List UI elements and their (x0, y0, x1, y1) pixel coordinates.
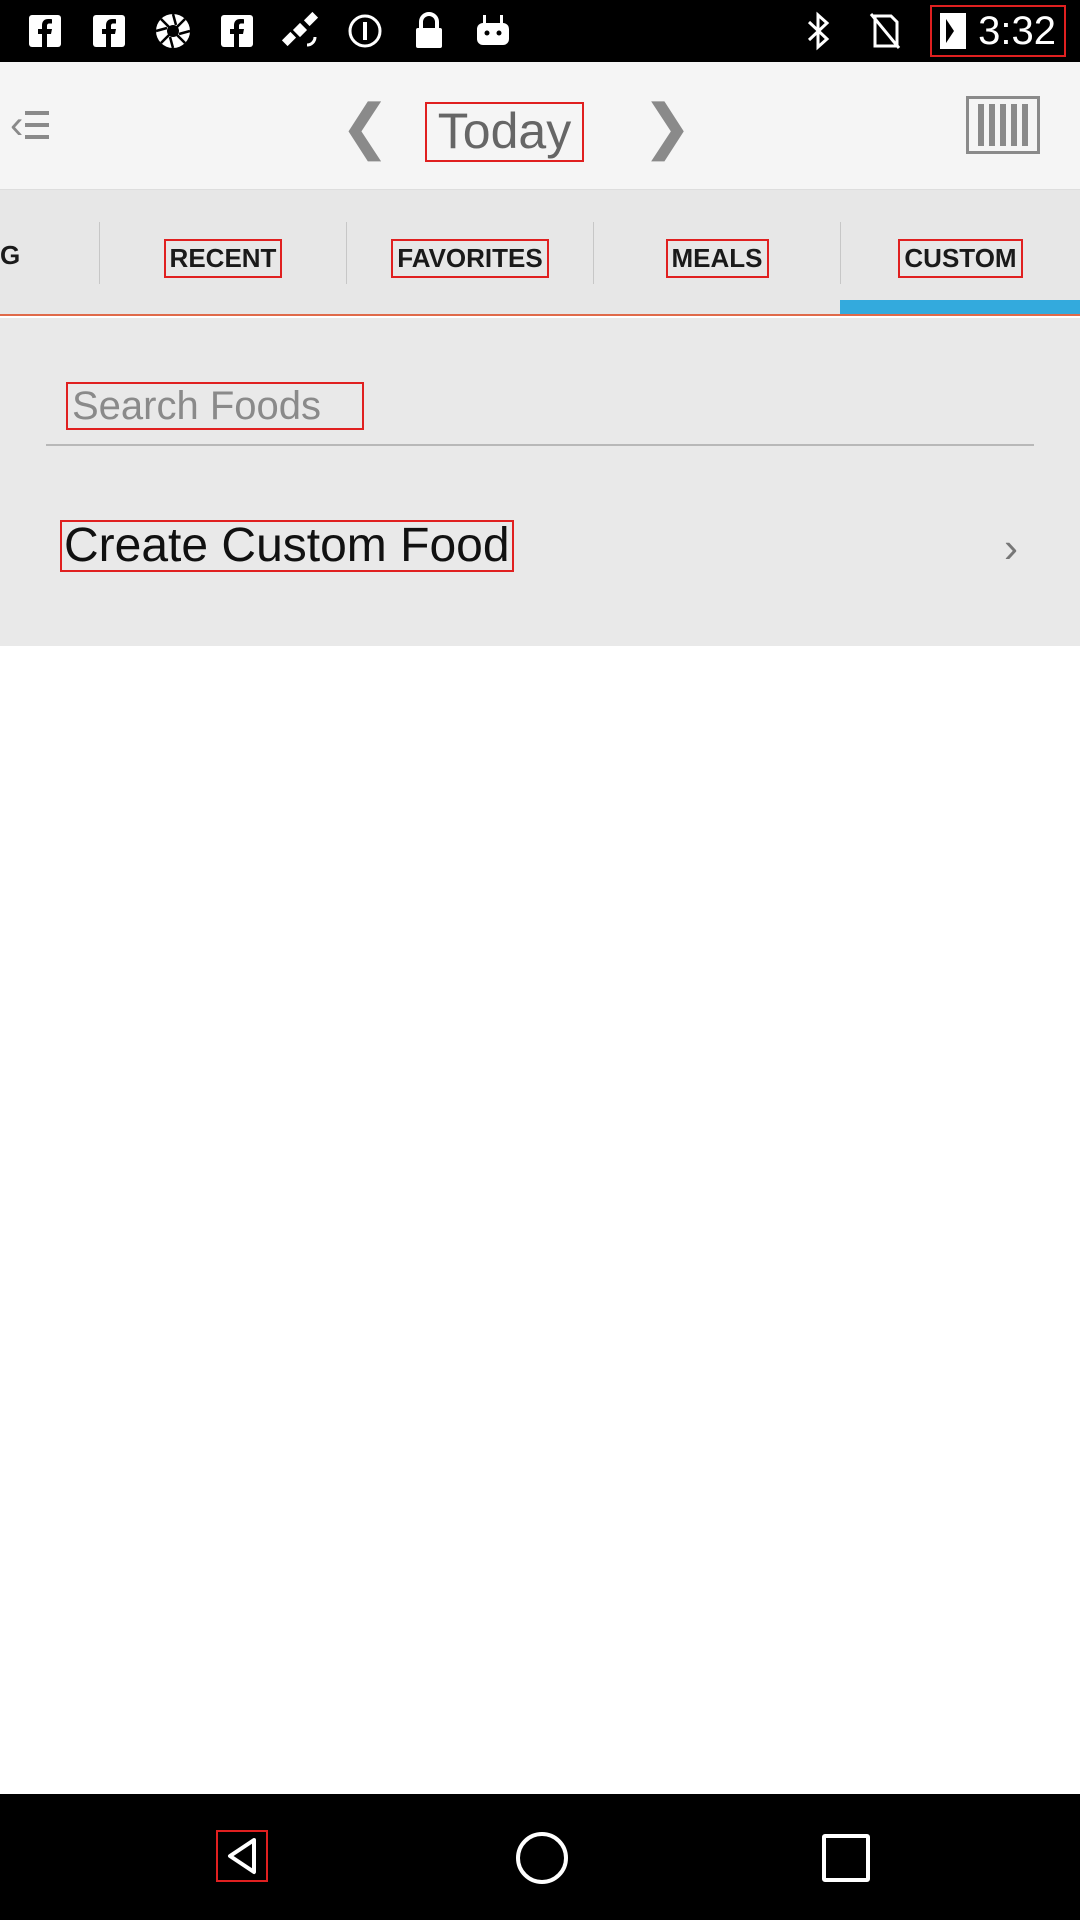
app-header: ‹ ❮ Today ❯ (0, 62, 1080, 190)
android-icon (472, 10, 514, 52)
barcode-bar (1011, 104, 1018, 146)
tab-custom-label: CUSTOM (898, 239, 1023, 278)
search-input[interactable] (66, 382, 364, 430)
facebook-icon (88, 10, 130, 52)
satellite-icon (280, 10, 322, 52)
recent-apps-button[interactable] (822, 1834, 870, 1882)
lock-icon (408, 10, 450, 52)
bluetooth-icon (798, 10, 840, 52)
battery-time-group: 3:32 (930, 5, 1066, 57)
search-field-container (46, 380, 1034, 446)
tab-custom[interactable]: CUSTOM (841, 190, 1080, 316)
create-custom-food-label: Create Custom Food (60, 520, 514, 572)
barcode-scan-button[interactable] (966, 96, 1040, 154)
menu-button[interactable]: ‹ (10, 100, 66, 150)
next-day-button[interactable]: ❯ (642, 92, 692, 162)
menu-icon (25, 111, 50, 139)
battery-charging-icon (940, 13, 967, 49)
tab-favorites-label: FAVORITES (391, 239, 549, 278)
chevron-left-icon: ❮ (340, 93, 391, 160)
active-tab-indicator (840, 300, 1080, 314)
food-tabs: G RECENT FAVORITES MEALS CUSTOM (0, 190, 1080, 316)
barcode-bar (999, 104, 1006, 146)
notification-icons (24, 10, 514, 52)
tab-meals-label: MEALS (665, 239, 769, 278)
tab-meals[interactable]: MEALS (594, 190, 840, 316)
barcode-icon (977, 104, 984, 146)
facebook-icon (24, 10, 66, 52)
tab-recent[interactable]: RECENT (100, 190, 346, 316)
previous-day-button[interactable]: ❮ (340, 92, 390, 162)
chevron-right-icon: ❯ (642, 93, 693, 160)
tab-favorites[interactable]: FAVORITES (347, 190, 593, 316)
system-nav-bar (0, 1794, 1080, 1920)
status-bar: 3:32 (0, 0, 1080, 62)
chevron-left-small-icon: ‹ (10, 102, 24, 147)
status-right: 3:32 (798, 5, 1066, 57)
back-icon (228, 1838, 256, 1874)
info-icon (344, 10, 386, 52)
tab-bottom-border (0, 314, 1080, 316)
facebook-icon (216, 10, 258, 52)
chevron-right-icon: › (1004, 524, 1018, 571)
back-button[interactable] (216, 1830, 268, 1882)
no-sim-icon (864, 10, 906, 52)
tab-recent-label: RECENT (163, 239, 283, 278)
tab-partial-left[interactable]: G (0, 240, 20, 271)
aperture-icon (152, 10, 194, 52)
home-button[interactable] (516, 1832, 568, 1884)
barcode-bar (1022, 104, 1029, 146)
date-title[interactable]: Today (425, 102, 584, 162)
create-custom-food-row[interactable]: Create Custom Food › (0, 506, 1080, 596)
custom-foods-panel: Create Custom Food › (0, 318, 1080, 646)
barcode-bar (988, 104, 995, 146)
clock-time: 3:32 (978, 8, 1056, 53)
